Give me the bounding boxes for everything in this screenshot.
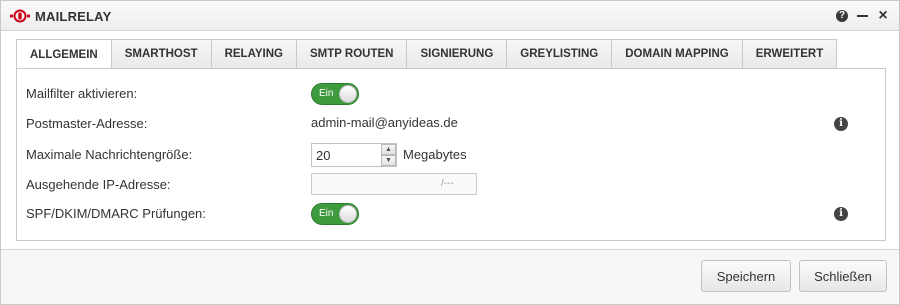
outgoing-ip-input[interactable] bbox=[312, 174, 432, 194]
logo-icon bbox=[9, 9, 31, 23]
outgoing-ip-row: Ausgehende IP-Adresse: /--- bbox=[17, 173, 885, 197]
help-icon: ? bbox=[836, 10, 848, 22]
mailrelay-dialog: MAILRELAY ? × ALLGEMEIN SMARTHOST RELAYI… bbox=[0, 0, 900, 305]
max-size-label: Maximale Nachrichtengröße: bbox=[26, 147, 193, 162]
title-bar: MAILRELAY ? × bbox=[1, 1, 899, 31]
help-button[interactable]: ? bbox=[833, 7, 851, 25]
mailfilter-toggle[interactable]: Ein bbox=[311, 83, 359, 105]
spf-toggle[interactable]: Ein bbox=[311, 203, 359, 225]
toggle-knob bbox=[339, 205, 357, 223]
tab-greylisting[interactable]: GREYLISTING bbox=[507, 39, 613, 69]
outgoing-ip-suffix: /--- bbox=[441, 178, 454, 189]
tab-domain-mapping[interactable]: DOMAIN MAPPING bbox=[612, 39, 743, 69]
minimize-button[interactable] bbox=[853, 7, 871, 25]
spf-toggle-text: Ein bbox=[319, 208, 334, 219]
window-title: MAILRELAY bbox=[35, 9, 112, 24]
outgoing-ip-field: /--- bbox=[311, 173, 477, 195]
max-size-unit: Megabytes bbox=[403, 147, 467, 162]
spf-label: SPF/DKIM/DMARC Prüfungen: bbox=[26, 206, 206, 221]
tab-allgemein[interactable]: ALLGEMEIN bbox=[16, 39, 112, 70]
tab-smtp-routen[interactable]: SMTP ROUTEN bbox=[296, 39, 408, 69]
postmaster-value: admin-mail@anyideas.de bbox=[311, 115, 458, 130]
mailfilter-label: Mailfilter aktivieren: bbox=[26, 86, 138, 101]
spinner-up-icon[interactable]: ▲ bbox=[381, 144, 396, 155]
info-icon[interactable]: i bbox=[834, 117, 848, 131]
save-button[interactable]: Speichern bbox=[701, 260, 791, 292]
tab-erweitert[interactable]: ERWEITERT bbox=[742, 39, 838, 69]
minimize-icon bbox=[856, 15, 868, 17]
tab-relaying[interactable]: RELAYING bbox=[211, 39, 297, 69]
close-window-button[interactable]: × bbox=[874, 7, 892, 25]
close-icon: × bbox=[878, 7, 888, 24]
tab-smarthost[interactable]: SMARTHOST bbox=[111, 39, 212, 69]
mailfilter-row: Mailfilter aktivieren: Ein bbox=[17, 82, 885, 106]
tab-bar: ALLGEMEIN SMARTHOST RELAYING SMTP ROUTEN… bbox=[16, 39, 838, 70]
toggle-knob bbox=[339, 85, 357, 103]
postmaster-row: Postmaster-Adresse: admin-mail@anyideas.… bbox=[17, 112, 885, 136]
postmaster-label: Postmaster-Adresse: bbox=[26, 116, 148, 131]
settings-panel: Mailfilter aktivieren: Ein Postmaster-Ad… bbox=[16, 68, 886, 241]
mailfilter-toggle-text: Ein bbox=[319, 88, 334, 99]
max-size-spinner: ▲ ▼ bbox=[381, 144, 396, 166]
info-icon[interactable]: i bbox=[834, 207, 848, 221]
max-size-row: Maximale Nachrichtengröße: ▲ ▼ Megabytes bbox=[17, 143, 885, 167]
outgoing-ip-label: Ausgehende IP-Adresse: bbox=[26, 177, 171, 192]
spinner-down-icon[interactable]: ▼ bbox=[381, 155, 396, 166]
close-button[interactable]: Schließen bbox=[799, 260, 887, 292]
spf-row: SPF/DKIM/DMARC Prüfungen: Ein i bbox=[17, 202, 885, 226]
dialog-footer: Speichern Schließen bbox=[1, 249, 899, 304]
tab-signierung[interactable]: SIGNIERUNG bbox=[407, 39, 508, 69]
